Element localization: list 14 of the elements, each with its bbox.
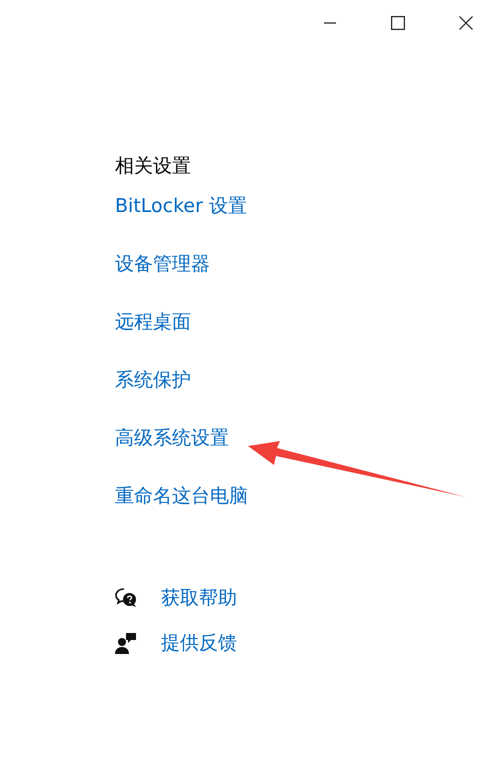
minimize-icon <box>324 22 336 24</box>
support-link[interactable]: 提供反馈 <box>161 626 237 660</box>
support-link[interactable]: 获取帮助 <box>161 581 237 615</box>
settings-link[interactable]: 高级系统设置 <box>115 421 229 455</box>
help-chat-icon <box>115 587 137 609</box>
settings-link[interactable]: BitLocker 设置 <box>115 189 247 223</box>
settings-link[interactable]: 系统保护 <box>115 363 191 397</box>
maximize-icon <box>391 16 405 30</box>
settings-link[interactable]: 设备管理器 <box>115 247 210 281</box>
settings-link[interactable]: 重命名这台电脑 <box>115 479 248 513</box>
settings-link[interactable]: 远程桌面 <box>115 305 191 339</box>
section-heading: 相关设置 <box>115 154 192 179</box>
feedback-person-icon <box>115 632 137 654</box>
close-icon <box>459 16 473 30</box>
